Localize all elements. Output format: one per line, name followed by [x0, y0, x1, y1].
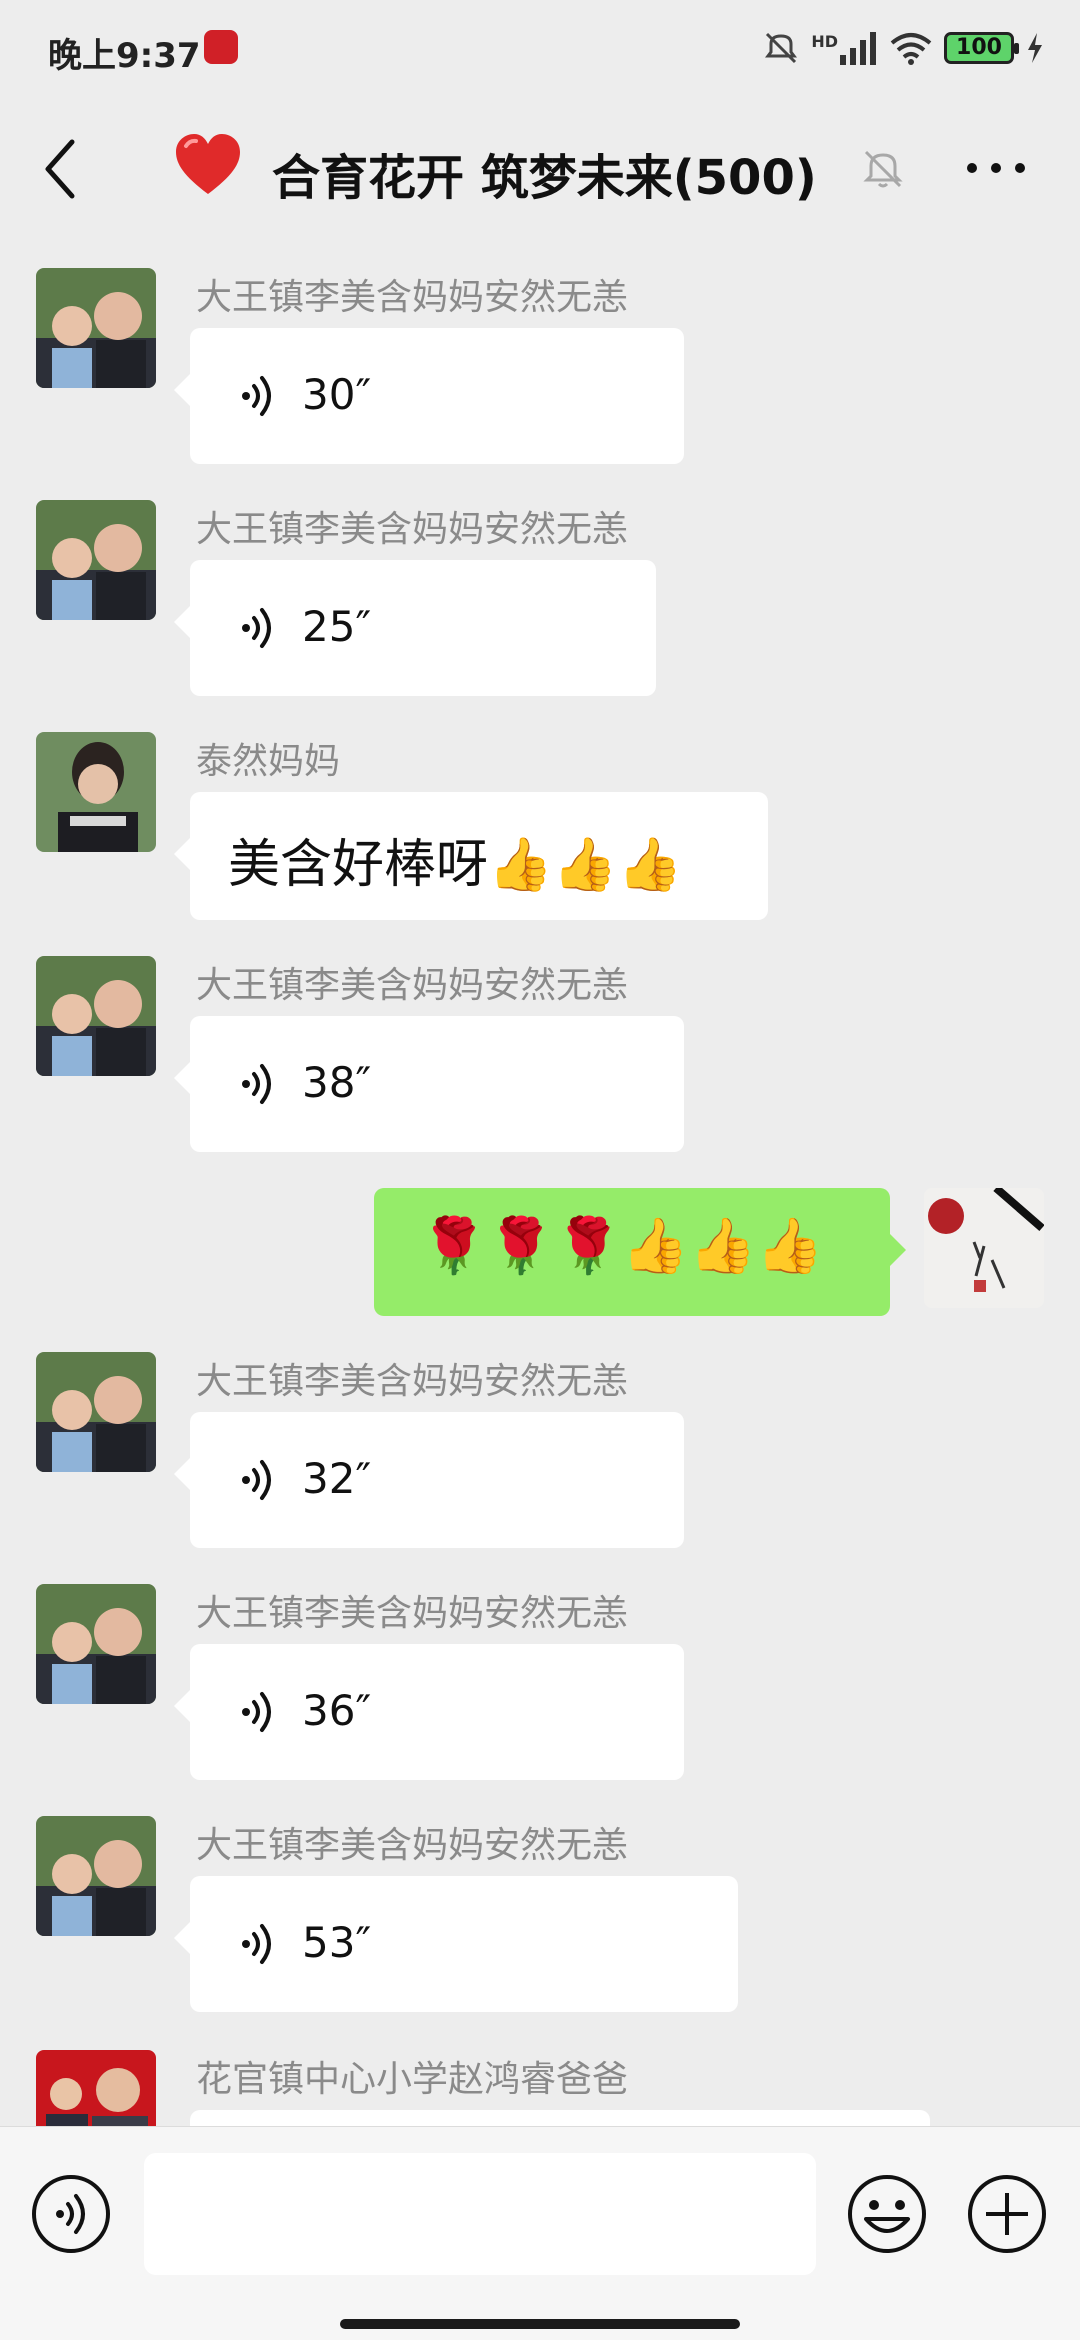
chat-title: 合育花开 筑梦未来(500) — [272, 150, 817, 206]
app-notification-icon — [204, 30, 238, 64]
voice-message-bubble[interactable]: 30″ — [174, 328, 684, 464]
voice-wave-icon — [242, 1460, 271, 1500]
avatar[interactable] — [36, 732, 156, 852]
avatar[interactable] — [36, 1584, 156, 1704]
voice-message-bubble[interactable]: 38″ — [174, 1016, 684, 1152]
back-icon[interactable] — [36, 134, 86, 204]
voice-message-bubble[interactable]: 25″ — [174, 560, 656, 696]
voice-wave-icon — [242, 1924, 271, 1964]
voice-wave-icon — [242, 1692, 271, 1732]
text-message-bubble[interactable]: 美含好棒呀👍👍👍 — [174, 792, 768, 920]
sender-name: 大王镇李美含妈妈安然无恙 — [196, 509, 629, 550]
more-icon[interactable] — [960, 148, 1032, 188]
voice-duration: 36″ — [302, 1686, 372, 1735]
sender-name: 大王镇李美含妈妈安然无恙 — [196, 1825, 629, 1866]
avatar[interactable] — [36, 1352, 156, 1472]
voice-duration: 25″ — [302, 602, 372, 651]
sender-name: 大王镇李美含妈妈安然无恙 — [196, 1593, 629, 1634]
heart-emoji-icon — [176, 134, 240, 194]
network-label: HD — [811, 31, 838, 51]
mute-bell-icon — [863, 150, 903, 188]
battery-indicator: 100 — [944, 32, 1019, 64]
signal-icon — [840, 32, 876, 65]
message-text: 美含好棒呀👍👍👍 — [228, 835, 683, 895]
message-input[interactable] — [144, 2153, 816, 2275]
message-text: 🌹🌹🌹👍👍👍 — [420, 1214, 824, 1277]
voice-toggle-icon[interactable] — [30, 2173, 112, 2255]
voice-message-bubble[interactable]: 32″ — [174, 1412, 684, 1548]
home-indicator[interactable] — [340, 2319, 740, 2329]
wifi-icon — [890, 33, 932, 65]
sender-name: 大王镇李美含妈妈安然无恙 — [196, 965, 629, 1006]
voice-duration: 32″ — [302, 1454, 372, 1503]
plus-icon[interactable] — [966, 2173, 1048, 2255]
status-time: 晚上9:37 — [48, 36, 201, 76]
avatar[interactable] — [36, 500, 156, 620]
input-bar — [0, 2126, 1080, 2340]
voice-duration: 53″ — [302, 1918, 372, 1967]
avatar[interactable] — [36, 268, 156, 388]
status-icons: HD 100 — [763, 26, 1044, 70]
my-avatar[interactable] — [924, 1188, 1044, 1308]
my-text-message-bubble[interactable]: 🌹🌹🌹👍👍👍 — [374, 1188, 906, 1316]
avatar[interactable] — [36, 956, 156, 1076]
sender-name: 大王镇李美含妈妈安然无恙 — [196, 277, 629, 318]
status-bar: 晚上9:37 HD 100 — [0, 0, 1080, 96]
sender-name: 大王镇李美含妈妈安然无恙 — [196, 1361, 629, 1402]
title-bar: 合育花开 筑梦未来(500) — [0, 96, 1080, 242]
vibrate-off-icon — [765, 32, 798, 64]
voice-message-bubble[interactable]: 53″ — [174, 1876, 738, 2012]
voice-message-bubble[interactable]: 36″ — [174, 1644, 684, 1780]
voice-wave-icon — [242, 1064, 271, 1104]
voice-wave-icon — [242, 608, 271, 648]
avatar[interactable] — [36, 1816, 156, 1936]
voice-duration: 30″ — [302, 370, 372, 419]
voice-duration: 38″ — [302, 1058, 372, 1107]
sender-name: 花官镇中心小学赵鸿睿爸爸 — [196, 2059, 629, 2100]
voice-wave-icon — [242, 376, 271, 416]
sender-name: 泰然妈妈 — [196, 741, 341, 782]
charging-icon — [1028, 33, 1042, 63]
emoji-icon[interactable] — [846, 2173, 928, 2255]
